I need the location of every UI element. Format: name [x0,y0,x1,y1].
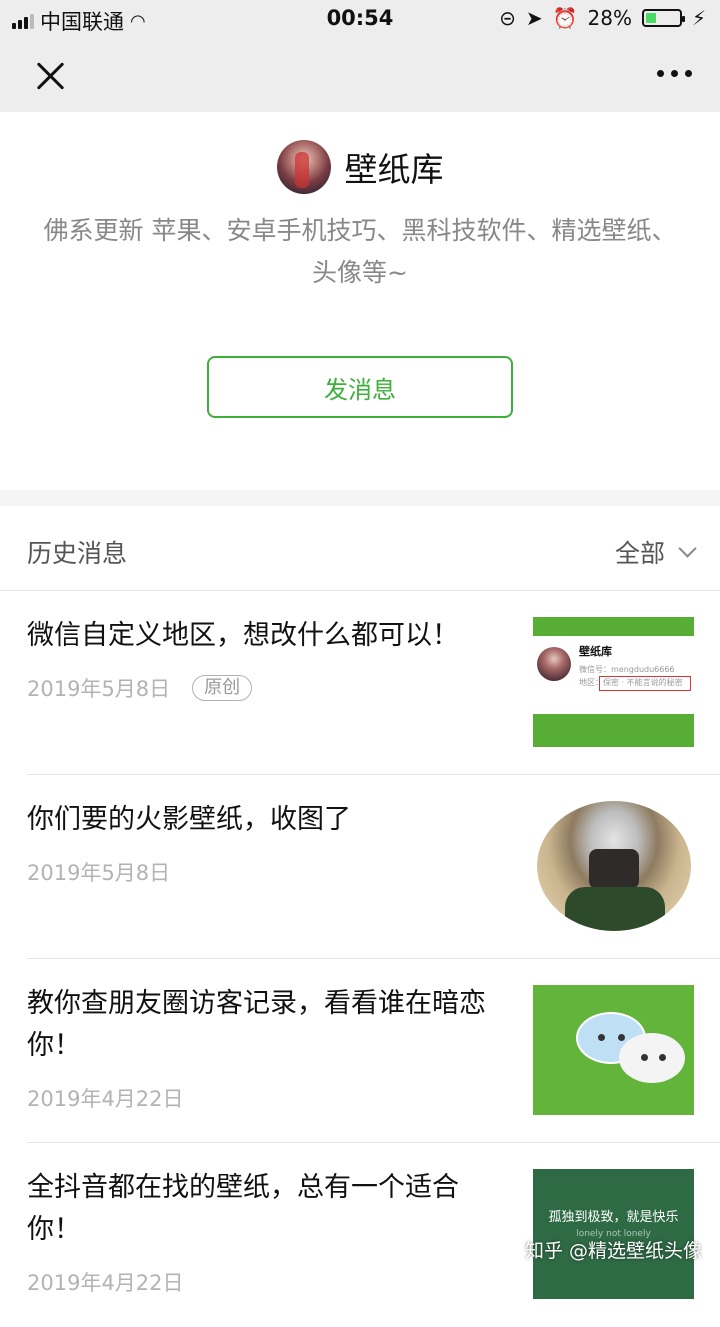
charging-icon: ⚡ [691,6,706,30]
article-item[interactable]: 微信自定义地区，想改什么都可以！ 2019年5月8日 原创 壁纸库 微信号：me… [0,591,720,775]
history-title: 历史消息 [27,539,128,568]
account-description: 佛系更新 苹果、安卓手机技巧、黑科技软件、精选壁纸、头像等~ [43,216,677,287]
thumbnail-account-name: 壁纸库 [579,645,612,658]
watermark: 知乎 @精选壁纸头像 [524,1240,702,1262]
more-icon[interactable] [657,70,692,77]
account-profile: 壁纸库 佛系更新 苹果、安卓手机技巧、黑科技软件、精选壁纸、头像等~ 发消息 [0,112,720,490]
article-item[interactable]: 教你查朋友圈访客记录，看看谁在暗恋你！ 2019年4月22日 [0,959,720,1143]
article-date: 2019年5月8日 [27,861,171,885]
battery-icon [641,9,685,27]
article-thumbnail: 壁纸库 微信号：mengdudu6666 地区：保密 · 不能言说的秘密 [533,617,694,747]
thumbnail-avatar [537,647,571,681]
article-item[interactable]: 全抖音都在找的壁纸，总有一个适合你！ 2019年4月22日 孤独到极致，就是快乐… [0,1143,720,1327]
top-nav-bar [0,40,720,112]
location-icon: ➤ [525,6,543,30]
article-title: 教你查朋友圈访客记录，看看谁在暗恋你！ [27,988,486,1061]
status-bar: 中国联通 ◠ 00:54 ⊝ ➤ ⏰ 28% ⚡ [0,0,720,40]
article-title: 你们要的火影壁纸，收图了 [27,804,351,835]
article-thumbnail [533,801,694,931]
alarm-icon: ⏰ [552,6,578,30]
article-thumbnail [533,985,694,1115]
battery-percent: 28% [587,6,632,30]
highlight-box [599,676,691,691]
article-title: 全抖音都在找的壁纸，总有一个适合你！ [27,1172,459,1245]
send-message-button[interactable]: 发消息 [207,356,513,418]
thumbnail-slogan: 孤独到极致，就是快乐 [548,1210,679,1225]
thumbnail-wechat-id: 微信号：mengdudu6666 [579,665,675,674]
close-icon[interactable] [30,56,70,96]
original-badge: 原创 [192,675,253,701]
chat-bubble-icon [619,1033,685,1083]
article-date: 2019年4月22日 [27,1271,184,1295]
account-name: 壁纸库 [344,150,444,189]
chevron-down-icon [678,538,697,558]
history-filter[interactable]: 全部 [614,534,697,570]
article-title: 微信自定义地区，想改什么都可以！ [27,620,459,651]
filter-label: 全部 [614,539,665,568]
history-header: 历史消息 全部 [0,506,720,591]
avatar[interactable] [276,140,331,194]
article-date: 2019年5月8日 [27,677,171,701]
article-date: 2019年4月22日 [27,1087,184,1111]
orientation-lock-icon: ⊝ [499,6,516,30]
section-divider [0,490,720,506]
article-item[interactable]: 你们要的火影壁纸，收图了 2019年5月8日 [0,775,720,959]
